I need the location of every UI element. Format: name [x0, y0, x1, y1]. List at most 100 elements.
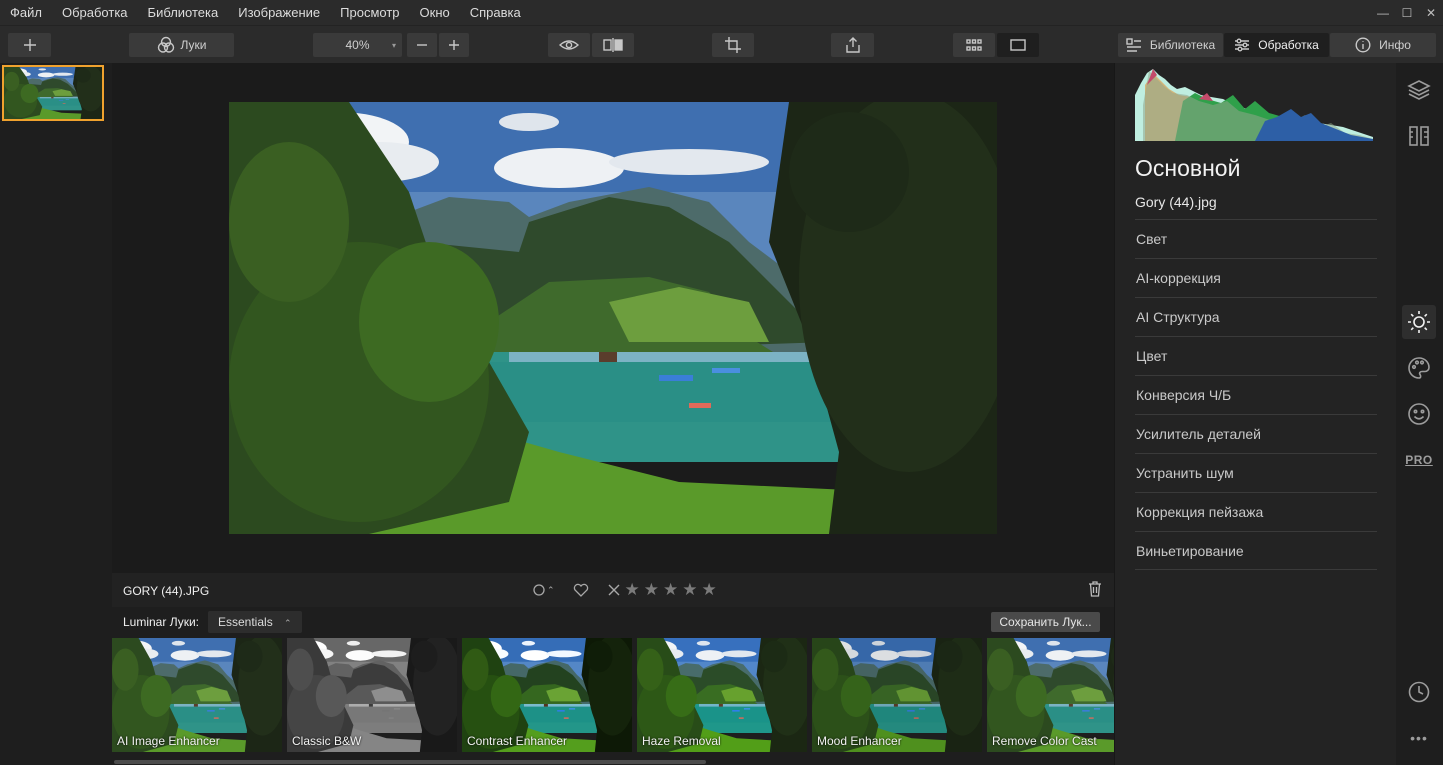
- zoom-in-button[interactable]: [439, 33, 469, 57]
- color-label-caret[interactable]: ⌃: [547, 585, 555, 596]
- face-icon: [1408, 403, 1430, 425]
- menu-view[interactable]: Просмотр: [330, 0, 409, 25]
- save-look-button[interactable]: Сохранить Лук...: [991, 612, 1100, 632]
- trash-icon[interactable]: [1088, 581, 1102, 597]
- zoom-value: 40%: [345, 38, 370, 52]
- canvas-icon: [1409, 126, 1429, 146]
- looks-category-value: Essentials: [218, 615, 273, 629]
- portrait-button[interactable]: [1402, 397, 1436, 431]
- filter-light[interactable]: Свет: [1135, 219, 1377, 258]
- looks-scrollbar[interactable]: [112, 759, 1114, 765]
- share-icon: [845, 37, 860, 53]
- rating-star-4[interactable]: ★: [682, 580, 697, 600]
- look-name: Contrast Enhancer: [467, 734, 568, 748]
- tab-info-label: Инфо: [1379, 38, 1411, 52]
- close-button[interactable]: ✕: [1419, 6, 1443, 20]
- menu-library[interactable]: Библиотека: [138, 0, 229, 25]
- rating-star-3[interactable]: ★: [663, 580, 678, 600]
- crop-button[interactable]: [712, 33, 754, 57]
- menu-file[interactable]: Файл: [0, 0, 52, 25]
- menu-help[interactable]: Справка: [460, 0, 531, 25]
- filmstrip-thumbnail-selected[interactable]: [2, 65, 104, 121]
- menu-bar: Файл Обработка Библиотека Изображение Пр…: [0, 0, 1443, 25]
- rating-controls: ⌃ ★ ★ ★ ★ ★: [532, 580, 717, 600]
- plus-icon: [23, 39, 36, 51]
- look-name: Remove Color Cast: [992, 734, 1097, 748]
- look-item[interactable]: Mood Enhancer: [812, 638, 982, 752]
- single-image-icon: [1010, 39, 1026, 51]
- filter-color[interactable]: Цвет: [1135, 336, 1377, 375]
- panel-title: Основной: [1135, 155, 1241, 181]
- tab-edit-label: Обработка: [1258, 38, 1319, 52]
- chevron-up-icon: ⌃: [284, 618, 292, 628]
- image-info-bar: GORY (44).JPG ⌃ ★ ★ ★ ★ ★: [112, 573, 1114, 607]
- filmstrip: [0, 63, 112, 765]
- photo-image: [229, 102, 997, 534]
- grid-view-button[interactable]: [953, 33, 995, 57]
- add-image-button[interactable]: [8, 33, 51, 57]
- crop-icon: [725, 37, 741, 53]
- reject-icon[interactable]: [607, 583, 621, 597]
- pro-label: PRO: [1405, 453, 1433, 467]
- maximize-button[interactable]: ☐: [1395, 6, 1419, 20]
- palette-icon: [1408, 357, 1430, 379]
- essentials-button[interactable]: [1402, 305, 1436, 339]
- minus-icon: [417, 44, 427, 46]
- filter-details-enhancer[interactable]: Усилитель деталей: [1135, 414, 1377, 453]
- image-filename: GORY (44).JPG: [123, 584, 210, 598]
- image-canvas[interactable]: [112, 63, 1114, 573]
- filter-ai-structure[interactable]: AI Структура: [1135, 297, 1377, 336]
- filter-landscape[interactable]: Коррекция пейзажа: [1135, 492, 1377, 531]
- layers-button[interactable]: [1402, 73, 1436, 107]
- rating-star-1[interactable]: ★: [625, 580, 640, 600]
- heart-icon[interactable]: [573, 583, 589, 597]
- more-button[interactable]: •••: [1402, 721, 1436, 755]
- histogram: [1135, 65, 1373, 141]
- preview-button[interactable]: [548, 33, 590, 57]
- scrollbar-thumb[interactable]: [114, 760, 706, 764]
- tab-edit[interactable]: Обработка: [1224, 33, 1329, 57]
- compare-button[interactable]: [592, 33, 634, 57]
- tab-info[interactable]: Инфо: [1330, 33, 1436, 57]
- look-item[interactable]: Classic B&W: [287, 638, 457, 752]
- looks-category-select[interactable]: Essentials ⌃: [208, 611, 302, 633]
- looks-label: Luminar Луки:: [123, 615, 199, 629]
- look-name: Haze Removal: [642, 734, 721, 748]
- filter-list: Свет AI-коррекция AI Структура Цвет Конв…: [1135, 219, 1377, 570]
- filter-denoise[interactable]: Устранить шум: [1135, 453, 1377, 492]
- filter-vignette[interactable]: Виньетирование: [1135, 531, 1377, 570]
- look-item[interactable]: Contrast Enhancer: [462, 638, 632, 752]
- zoom-out-button[interactable]: [407, 33, 437, 57]
- library-icon: [1126, 38, 1141, 52]
- info-icon: [1355, 37, 1371, 53]
- single-view-button[interactable]: [997, 33, 1039, 57]
- look-item[interactable]: Haze Removal: [637, 638, 807, 752]
- rating-star-2[interactable]: ★: [644, 580, 659, 600]
- look-name: Classic B&W: [292, 734, 362, 748]
- clock-icon: [1408, 681, 1430, 703]
- menu-image[interactable]: Изображение: [228, 0, 330, 25]
- zoom-select[interactable]: 40% ▾: [313, 33, 402, 57]
- history-button[interactable]: [1402, 675, 1436, 709]
- pro-button[interactable]: PRO: [1402, 443, 1436, 477]
- looks-bar: Luminar Луки: Essentials ⌃ Сохранить Лук…: [112, 607, 1114, 637]
- filter-bw-conversion[interactable]: Конверсия Ч/Б: [1135, 375, 1377, 414]
- look-name: AI Image Enhancer: [117, 734, 220, 748]
- minimize-button[interactable]: —: [1371, 6, 1395, 20]
- toolbar: Луки 40% ▾ Библиотека Обработка Инфо: [0, 25, 1443, 63]
- color-label-icon[interactable]: [532, 583, 546, 597]
- share-button[interactable]: [831, 33, 874, 57]
- main-photo[interactable]: [229, 102, 997, 534]
- menu-window[interactable]: Окно: [410, 0, 460, 25]
- canvas-tools-button[interactable]: [1402, 119, 1436, 153]
- creative-button[interactable]: [1402, 351, 1436, 385]
- tab-library[interactable]: Библиотека: [1118, 33, 1223, 57]
- looks-toggle-button[interactable]: Луки: [129, 33, 234, 57]
- look-item[interactable]: Remove Color Cast: [987, 638, 1114, 752]
- eye-icon: [559, 40, 579, 50]
- filter-ai-accent[interactable]: AI-коррекция: [1135, 258, 1377, 297]
- right-rail: PRO •••: [1396, 63, 1443, 765]
- menu-edit[interactable]: Обработка: [52, 0, 138, 25]
- rating-star-5[interactable]: ★: [702, 580, 717, 600]
- look-item[interactable]: AI Image Enhancer: [112, 638, 282, 752]
